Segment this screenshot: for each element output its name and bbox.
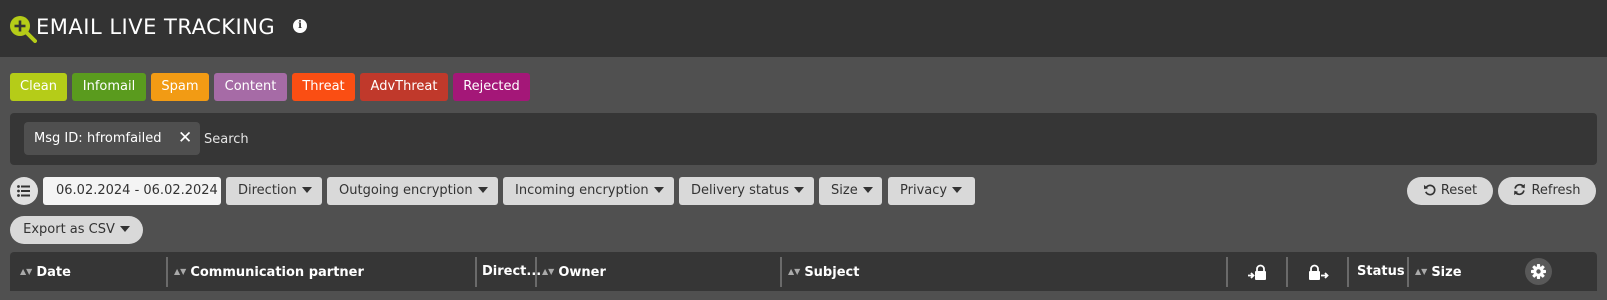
column-divider[interactable] xyxy=(1347,257,1349,287)
column-label-status: Status xyxy=(1357,264,1405,279)
sort-icon: ▲▼ xyxy=(542,267,555,276)
caret-down-icon xyxy=(301,187,312,193)
sort-icon: ▲▼ xyxy=(1415,267,1428,276)
refresh-button[interactable]: Refresh xyxy=(1498,177,1596,205)
caret-down-icon xyxy=(119,226,130,232)
column-divider[interactable] xyxy=(535,257,537,287)
refresh-label: Refresh xyxy=(1531,183,1581,198)
column-label-direction: Direct... xyxy=(482,264,542,279)
search-bar: Msg ID: hfromfailed ✕ xyxy=(10,113,1597,165)
column-label-size: Size xyxy=(1431,265,1462,280)
chip-spam[interactable]: Spam xyxy=(151,73,209,101)
remove-tag-button[interactable]: ✕ xyxy=(178,128,192,148)
delivery-status-dropdown[interactable]: Delivery status xyxy=(679,177,814,205)
export-csv-button[interactable]: Export as CSV xyxy=(10,216,143,244)
page-header: EMAIL LIVE TRACKING i xyxy=(0,0,1607,57)
column-divider[interactable] xyxy=(1286,257,1288,287)
incoming-encryption-dropdown[interactable]: Incoming encryption xyxy=(503,177,674,205)
chip-content[interactable]: Content xyxy=(214,73,287,101)
column-header-incoming-encryption[interactable] xyxy=(1236,252,1284,291)
filter-tag-key: Msg ID: xyxy=(34,131,83,146)
results-table-header: ▲▼ Date ▲▼ Communication partner Direct...… xyxy=(10,252,1597,291)
delivery-status-label: Delivery status xyxy=(691,183,790,198)
column-divider[interactable] xyxy=(780,257,782,287)
outgoing-encryption-label: Outgoing encryption xyxy=(339,183,473,198)
column-divider[interactable] xyxy=(1407,257,1409,287)
column-label-subject: Subject xyxy=(804,265,860,280)
add-search-icon xyxy=(10,16,37,43)
size-label: Size xyxy=(831,183,858,198)
list-icon xyxy=(17,185,30,197)
chip-rejected[interactable]: Rejected xyxy=(453,73,530,101)
search-input[interactable] xyxy=(204,128,804,150)
refresh-icon xyxy=(1514,183,1526,196)
caret-down-icon xyxy=(653,187,664,193)
column-header-date[interactable]: ▲▼ Date xyxy=(20,252,160,291)
column-header-partner[interactable]: ▲▼ Communication partner xyxy=(174,252,470,291)
chip-threat[interactable]: Threat xyxy=(292,73,355,101)
column-header-outgoing-encryption[interactable] xyxy=(1296,252,1344,291)
sort-icon: ▲▼ xyxy=(20,267,33,276)
sort-icon: ▲▼ xyxy=(174,267,187,276)
chip-infomail[interactable]: Infomail xyxy=(72,73,146,101)
privacy-dropdown[interactable]: Privacy xyxy=(888,177,975,205)
page-title: EMAIL LIVE TRACKING xyxy=(36,15,276,39)
size-dropdown[interactable]: Size xyxy=(819,177,882,205)
column-divider[interactable] xyxy=(1226,257,1228,287)
outgoing-encryption-dropdown[interactable]: Outgoing encryption xyxy=(327,177,498,205)
table-settings-button[interactable] xyxy=(1525,258,1552,285)
filter-tag-msg-id: Msg ID: hfromfailed ✕ xyxy=(24,122,200,155)
column-divider[interactable] xyxy=(475,257,477,287)
lock-in-icon xyxy=(1248,264,1266,280)
column-header-subject[interactable]: ▲▼ Subject xyxy=(788,252,1218,291)
toggle-list-button[interactable] xyxy=(10,177,38,205)
column-header-status[interactable]: Status xyxy=(1357,252,1405,291)
column-divider[interactable] xyxy=(166,257,168,287)
column-label-partner: Communication partner xyxy=(190,265,364,280)
date-range-picker[interactable]: 06.02.2024 - 06.02.2024 xyxy=(43,177,221,205)
caret-down-icon xyxy=(477,187,488,193)
info-icon[interactable]: i xyxy=(293,19,307,33)
direction-label: Direction xyxy=(238,183,297,198)
export-csv-label: Export as CSV xyxy=(23,222,115,237)
undo-icon xyxy=(1423,184,1436,196)
lock-out-icon xyxy=(1309,264,1329,280)
column-header-size[interactable]: ▲▼ Size xyxy=(1415,252,1495,291)
caret-down-icon xyxy=(794,187,805,193)
chip-clean[interactable]: Clean xyxy=(10,73,67,101)
filter-tag-value: hfromfailed xyxy=(87,131,162,146)
column-label-date: Date xyxy=(36,265,71,280)
caret-down-icon xyxy=(952,187,963,193)
direction-dropdown[interactable]: Direction xyxy=(226,177,322,205)
reset-label: Reset xyxy=(1440,183,1478,198)
incoming-encryption-label: Incoming encryption xyxy=(515,183,649,198)
privacy-label: Privacy xyxy=(900,183,948,198)
caret-down-icon xyxy=(862,187,873,193)
gear-icon xyxy=(1531,264,1546,279)
sort-icon: ▲▼ xyxy=(788,267,801,276)
chip-advthreat[interactable]: AdvThreat xyxy=(360,73,448,101)
reset-button[interactable]: Reset xyxy=(1407,177,1493,205)
column-header-owner[interactable]: ▲▼ Owner xyxy=(542,252,772,291)
column-label-owner: Owner xyxy=(558,265,606,280)
column-header-direction[interactable]: Direct... xyxy=(482,252,542,291)
